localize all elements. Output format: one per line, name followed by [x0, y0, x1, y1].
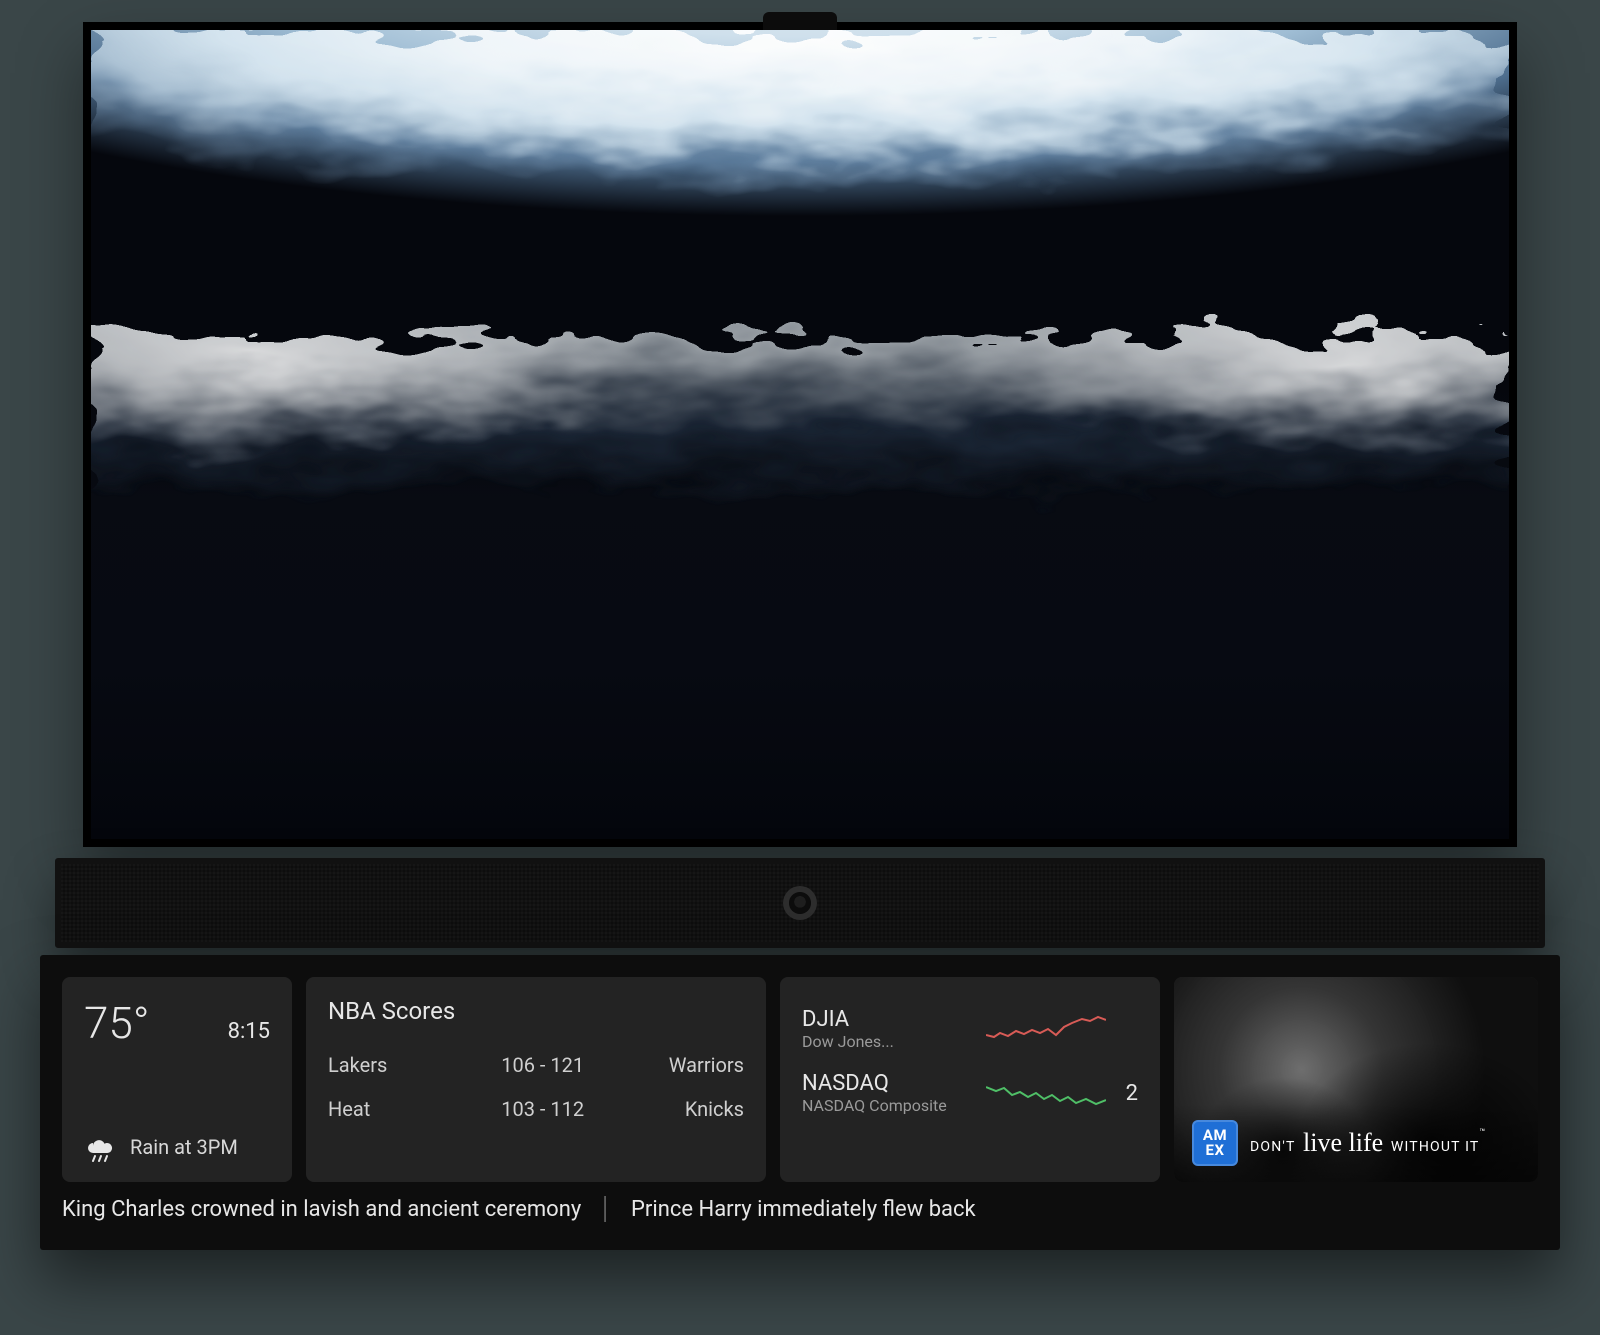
stock-name: NASDAQ Composite — [802, 1096, 972, 1115]
weather-card[interactable]: 75° 8:15 Rain at 3PM — [62, 977, 292, 1182]
rain-cloud-icon — [84, 1132, 116, 1162]
stock-symbol: DJIA — [802, 1007, 972, 1032]
tv-bezel — [83, 22, 1517, 847]
amex-logo-icon: AM EX — [1192, 1120, 1238, 1166]
ad-tagline-prefix: DON'T — [1250, 1139, 1300, 1155]
trademark-icon: ™ — [1479, 1128, 1486, 1138]
ad-tagline-accent: live life — [1300, 1128, 1386, 1157]
ticker-item: Prince Harry immediately flew back — [631, 1197, 976, 1222]
scores-card[interactable]: NBA Scores Lakers 106 - 121 Warriors Hea… — [306, 977, 766, 1182]
stock-value-preview: 2 — [1120, 1081, 1138, 1106]
tv-camera-nub — [763, 12, 837, 30]
stock-row: NASDAQ NASDAQ Composite 2 — [802, 1061, 1138, 1125]
score-value: 103 - 112 — [476, 1097, 610, 1121]
score-value: 106 - 121 — [476, 1053, 610, 1077]
score-team2: Knicks — [610, 1097, 744, 1121]
score-row: Heat 103 - 112 Knicks — [328, 1087, 744, 1131]
score-team1: Heat — [328, 1097, 476, 1121]
sparkline-icon — [986, 1011, 1106, 1047]
stock-row: DJIA Dow Jones... — [802, 997, 1138, 1061]
soundbar — [55, 858, 1545, 948]
ad-card[interactable]: AM EX DON'T live life WITHOUT IT™ — [1174, 977, 1538, 1182]
weather-temperature: 75° — [84, 997, 149, 1049]
wallpaper-crest — [91, 337, 1509, 564]
tv-screen — [91, 30, 1509, 839]
ticker-item: King Charles crowned in lavish and ancie… — [62, 1197, 581, 1222]
sparkline-icon — [986, 1075, 1106, 1111]
ad-tagline: DON'T live life WITHOUT IT™ — [1250, 1128, 1486, 1158]
smart-bar: 75° 8:15 Rain at 3PM — [40, 955, 1560, 1250]
weather-summary: Rain at 3PM — [130, 1135, 238, 1159]
stock-name: Dow Jones... — [802, 1032, 972, 1051]
ad-overlay: AM EX DON'T live life WITHOUT IT™ — [1174, 1104, 1538, 1182]
scores-title: NBA Scores — [328, 997, 744, 1025]
stocks-card[interactable]: DJIA Dow Jones... NASDAQ NASDAQ Composit… — [780, 977, 1160, 1182]
ticker-separator-icon: │ — [599, 1196, 613, 1222]
weather-time: 8:15 — [228, 1019, 270, 1044]
score-row: Lakers 106 - 121 Warriors — [328, 1043, 744, 1087]
news-ticker[interactable]: King Charles crowned in lavish and ancie… — [62, 1196, 1538, 1222]
score-team1: Lakers — [328, 1053, 476, 1077]
ad-tagline-suffix: WITHOUT IT — [1386, 1139, 1479, 1155]
stock-symbol: NASDAQ — [802, 1071, 972, 1096]
score-team2: Warriors — [610, 1053, 744, 1077]
